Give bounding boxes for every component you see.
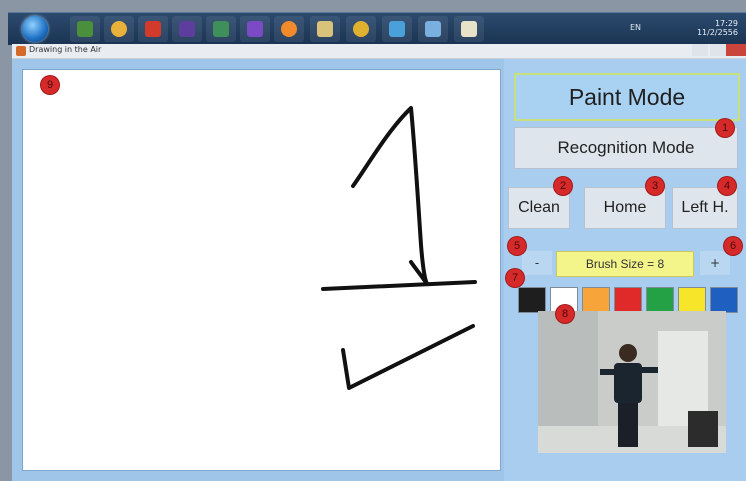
network-icon bbox=[389, 21, 405, 37]
taskbar-app-1[interactable] bbox=[70, 16, 100, 42]
webcam-person-legs bbox=[618, 403, 638, 447]
stroke-horizontal-line bbox=[321, 280, 477, 291]
paint-mode-label: Paint Mode bbox=[514, 73, 740, 121]
marker-9: 9 bbox=[41, 76, 59, 94]
swatch-blue[interactable] bbox=[710, 287, 738, 313]
webcam-person-arm-right bbox=[640, 367, 658, 373]
brush-size-decrease-button[interactable]: - bbox=[522, 251, 552, 275]
marker-5: 5 bbox=[508, 237, 526, 255]
webcam-chair bbox=[688, 411, 718, 447]
marker-7: 7 bbox=[506, 269, 524, 287]
marker-2: 2 bbox=[554, 177, 572, 195]
marker-4: 4 bbox=[718, 177, 736, 195]
marker-1: 1 bbox=[716, 119, 734, 137]
swatch-yellow[interactable] bbox=[678, 287, 706, 313]
visual-studio-2-icon bbox=[247, 21, 263, 37]
taskbar-app-8[interactable] bbox=[310, 16, 340, 42]
start-button[interactable] bbox=[22, 16, 48, 42]
taskbar-app-9[interactable] bbox=[346, 16, 376, 42]
notepad-icon bbox=[425, 21, 441, 37]
swatch-orange[interactable] bbox=[582, 287, 610, 313]
drawn-strokes bbox=[321, 106, 477, 390]
brush-size-label: Brush Size = 8 bbox=[556, 251, 694, 277]
spreadsheet-icon bbox=[213, 21, 229, 37]
taskbar-app-5[interactable] bbox=[206, 16, 236, 42]
media-icon bbox=[111, 21, 127, 37]
sketch-icon bbox=[461, 21, 477, 37]
title-bar: Drawing in the Air bbox=[12, 44, 746, 59]
webcam-person-head bbox=[619, 344, 637, 362]
drawing-canvas[interactable]: 9 bbox=[22, 69, 501, 471]
maximize-button[interactable] bbox=[710, 44, 726, 56]
app-window: Drawing in the Air 9 Paint Mode Recognit… bbox=[12, 44, 746, 481]
app-icon bbox=[16, 46, 26, 56]
taskbar-app-11[interactable] bbox=[418, 16, 448, 42]
brush-size-increase-button[interactable]: + bbox=[700, 251, 730, 275]
chrome-icon bbox=[353, 21, 369, 37]
swatch-green[interactable] bbox=[646, 287, 674, 313]
swatch-black[interactable] bbox=[518, 287, 546, 313]
webcam-preview bbox=[538, 311, 726, 453]
swatch-red[interactable] bbox=[614, 287, 642, 313]
taskbar-app-2[interactable] bbox=[104, 16, 134, 42]
taskbar: EN 17:29 11/2/2556 bbox=[8, 12, 746, 45]
taskbar-app-12[interactable] bbox=[454, 16, 484, 42]
taskbar-app-3[interactable] bbox=[138, 16, 168, 42]
marker-8: 8 bbox=[556, 305, 574, 323]
windows-explorer-icon bbox=[77, 21, 93, 37]
language-indicator[interactable]: EN bbox=[630, 23, 641, 32]
pdf-reader-icon bbox=[145, 21, 161, 37]
paint-icon bbox=[281, 21, 297, 37]
taskbar-app-4[interactable] bbox=[172, 16, 202, 42]
clock-date: 11/2/2556 bbox=[696, 28, 738, 37]
stroke-check-mark bbox=[341, 324, 475, 390]
webcam-scene bbox=[538, 311, 726, 453]
webcam-person-arm-left bbox=[600, 369, 616, 375]
webcam-person-body bbox=[614, 363, 642, 403]
marker-6: 6 bbox=[724, 237, 742, 255]
stroke-digit-one bbox=[351, 106, 429, 286]
close-button[interactable] bbox=[726, 44, 746, 56]
clock-time: 17:29 bbox=[714, 19, 738, 28]
marker-3: 3 bbox=[646, 177, 664, 195]
folder-icon bbox=[317, 21, 333, 37]
taskbar-app-10[interactable] bbox=[382, 16, 412, 42]
recognition-mode-button[interactable]: Recognition Mode bbox=[514, 127, 738, 169]
control-panel: Paint Mode Recognition Mode 1 Clean 2 Ho… bbox=[504, 59, 746, 481]
minimize-button[interactable] bbox=[692, 44, 708, 56]
window-title: Drawing in the Air bbox=[29, 45, 102, 54]
app-client-area: 9 Paint Mode Recognition Mode 1 Clean 2 … bbox=[12, 59, 746, 481]
visual-studio-icon bbox=[179, 21, 195, 37]
taskbar-app-6[interactable] bbox=[240, 16, 270, 42]
system-clock[interactable]: 17:29 11/2/2556 bbox=[697, 19, 738, 37]
desktop-screen: EN 17:29 11/2/2556 Drawing in the Air 9 bbox=[0, 0, 746, 481]
taskbar-app-7[interactable] bbox=[274, 16, 304, 42]
